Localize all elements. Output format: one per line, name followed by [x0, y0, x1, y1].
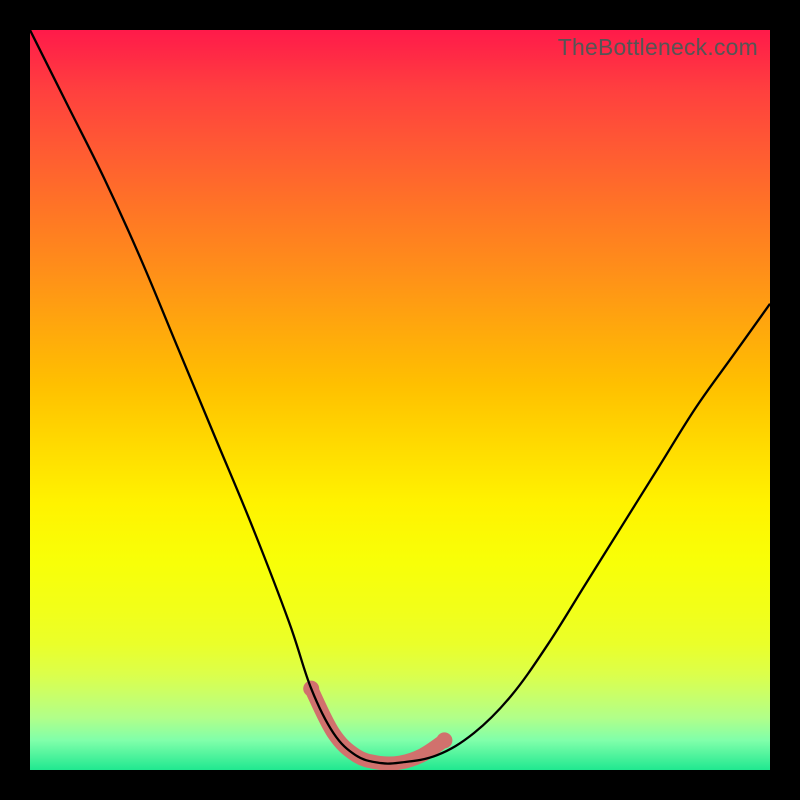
optimal-band-endpoint [436, 732, 452, 748]
bottleneck-curve [30, 30, 770, 764]
chart-frame: TheBottleneck.com [0, 0, 800, 800]
optimal-band [311, 689, 444, 764]
plot-area: TheBottleneck.com [30, 30, 770, 770]
curve-layer [30, 30, 770, 770]
